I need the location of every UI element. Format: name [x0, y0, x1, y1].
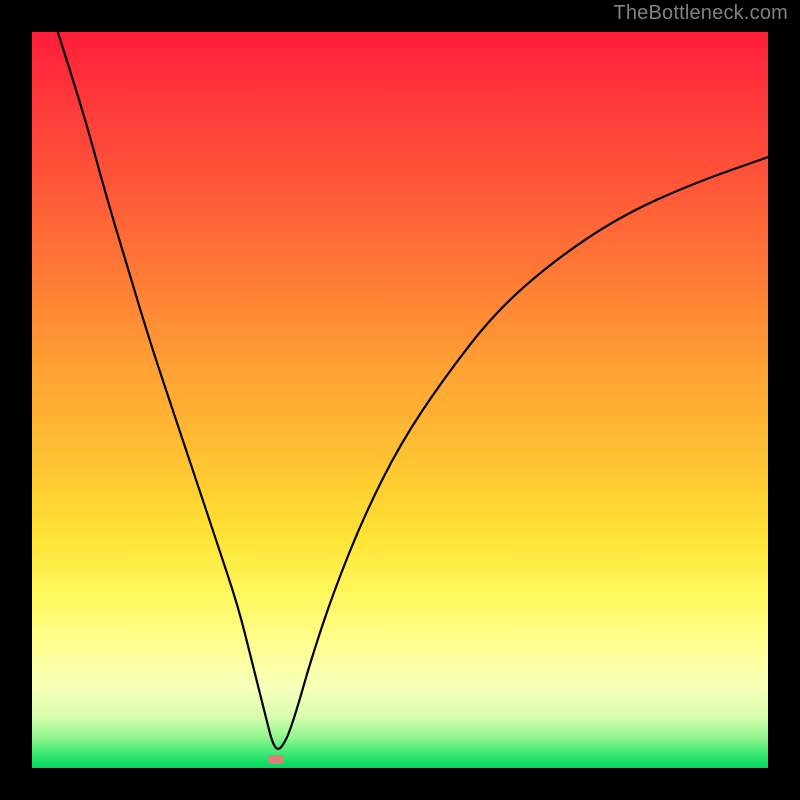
curve-svg: [32, 32, 768, 768]
chart-frame: TheBottleneck.com: [0, 0, 800, 800]
plot-area: [32, 32, 768, 768]
min-marker: [268, 755, 284, 764]
bottleneck-curve-path: [58, 32, 768, 749]
watermark-text: TheBottleneck.com: [613, 2, 788, 25]
